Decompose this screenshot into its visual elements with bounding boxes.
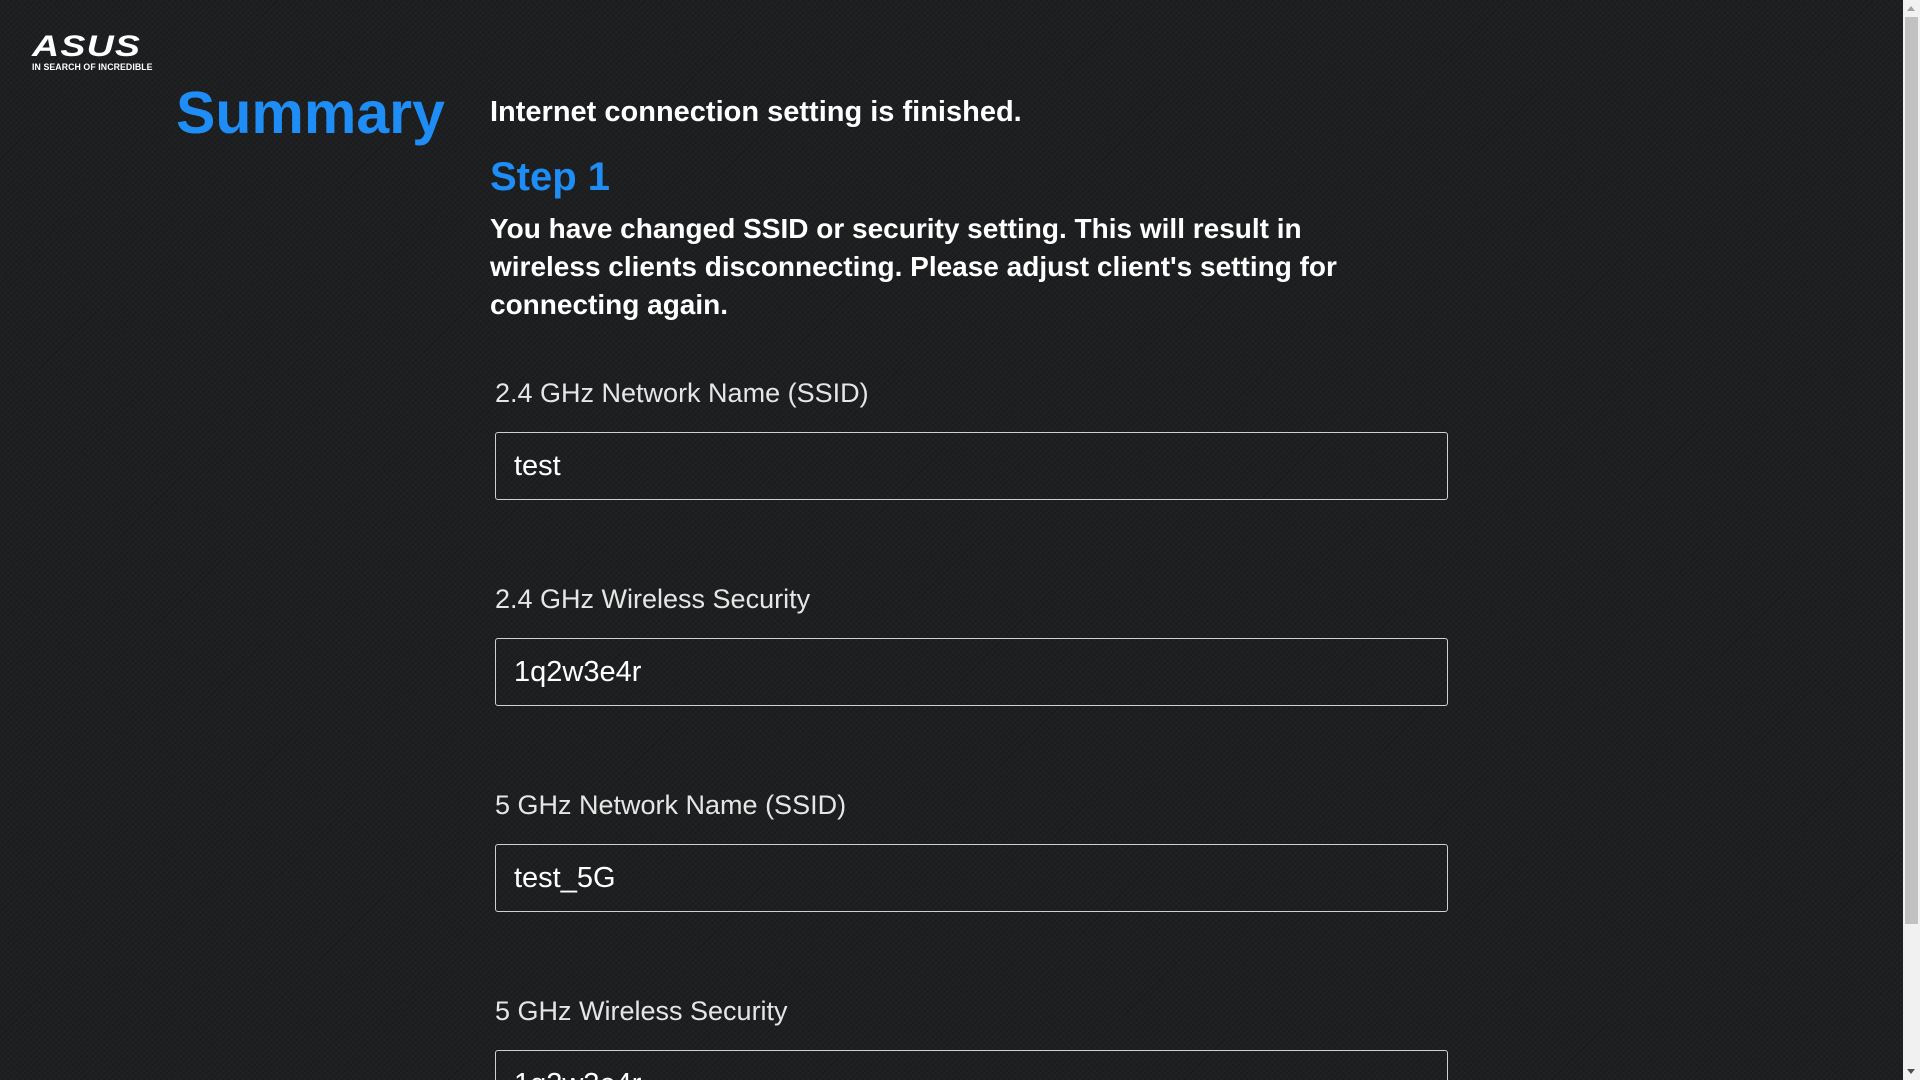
ssid-24ghz-input[interactable] <box>495 432 1448 500</box>
logo-tagline: IN SEARCH OF INCREDIBLE <box>32 62 153 73</box>
ssid-5ghz-group: 5 GHz Network Name (SSID) <box>495 788 1450 912</box>
security-24ghz-input[interactable] <box>495 638 1448 706</box>
security-24ghz-label: 2.4 GHz Wireless Security <box>495 584 811 614</box>
vertical-scrollbar[interactable] <box>1903 0 1920 1080</box>
scroll-up-arrow-icon[interactable] <box>1907 6 1915 11</box>
security-5ghz-input[interactable] <box>495 1050 1448 1080</box>
scroll-thumb[interactable] <box>1905 17 1918 924</box>
logo-wordmark: ASUS <box>32 30 142 63</box>
ssid-5ghz-label: 5 GHz Network Name (SSID) <box>495 790 847 820</box>
ssid-5ghz-input[interactable] <box>495 844 1448 912</box>
asus-logo: ASUS IN SEARCH OF INCREDIBLE <box>32 32 158 74</box>
security-24ghz-group: 2.4 GHz Wireless Security <box>495 582 1450 706</box>
page-title: Summary <box>176 80 445 146</box>
ssid-24ghz-label: 2.4 GHz Network Name (SSID) <box>495 378 869 408</box>
step-title: Step 1 <box>490 155 611 199</box>
ssid-24ghz-group: 2.4 GHz Network Name (SSID) <box>495 376 1450 500</box>
step-description: You have changed SSID or security settin… <box>490 213 1337 320</box>
security-5ghz-label: 5 GHz Wireless Security <box>495 996 788 1026</box>
finished-message: Internet connection setting is finished. <box>490 96 1022 128</box>
summary-content: Internet connection setting is finished.… <box>490 92 1450 1080</box>
scroll-down-arrow-icon[interactable] <box>1907 1069 1915 1074</box>
security-5ghz-group: 5 GHz Wireless Security <box>495 994 1450 1080</box>
